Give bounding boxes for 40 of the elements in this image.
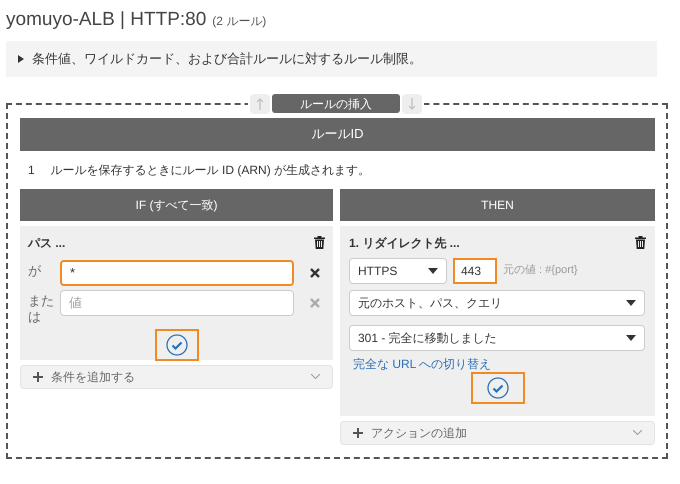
dropdown-caret-icon bbox=[626, 334, 636, 340]
trash-icon[interactable] bbox=[635, 236, 646, 249]
dropdown-caret-icon bbox=[428, 268, 438, 274]
info-panel[interactable]: 条件値、ワイルドカード、および合計ルールに対するルール制限。 bbox=[6, 40, 657, 76]
chevron-down-icon bbox=[633, 430, 642, 435]
value-label: または bbox=[28, 292, 55, 324]
rule-id-header: ルールID bbox=[20, 118, 655, 150]
rule-count: (2 ルール) bbox=[212, 13, 266, 30]
check-circle-icon bbox=[166, 334, 188, 356]
trash-icon[interactable] bbox=[314, 236, 325, 249]
plus-icon bbox=[353, 428, 363, 438]
action-title: 1. リダイレクト先 ... bbox=[349, 234, 460, 252]
plus-icon bbox=[33, 372, 43, 382]
value-field[interactable]: * bbox=[60, 260, 294, 286]
value-label: が bbox=[28, 262, 42, 278]
condition-title: パス ... bbox=[28, 234, 66, 252]
status-code-dropdown[interactable]: 301 - 完全に移動しました bbox=[349, 324, 645, 350]
rule-number: 1 bbox=[28, 162, 35, 178]
port-hint: 元の値 : #{port} bbox=[503, 263, 578, 278]
close-icon[interactable] bbox=[310, 268, 320, 278]
target-dropdown[interactable]: 元のホスト、パス、クエリ bbox=[349, 290, 645, 316]
arrow-down-icon bbox=[408, 98, 416, 110]
dropdown-caret-icon bbox=[626, 300, 636, 306]
check-circle-icon bbox=[486, 376, 508, 398]
rule-id-note: ルールを保存するときにルール ID (ARN) が生成されます。 bbox=[50, 162, 370, 178]
add-condition-button[interactable]: 条件を追加する bbox=[20, 364, 333, 388]
if-column-header: IF (すべて一致) bbox=[20, 188, 333, 220]
then-column-header: THEN bbox=[340, 188, 655, 220]
port-field[interactable]: 443 bbox=[453, 258, 497, 284]
switch-url-link[interactable]: 完全な URL への切り替え bbox=[349, 356, 646, 372]
confirm-button[interactable] bbox=[154, 328, 198, 360]
info-text: 条件値、ワイルドカード、および合計ルールに対するルール制限。 bbox=[32, 50, 422, 68]
insert-rule-button[interactable]: ルールの挿入 bbox=[272, 94, 400, 113]
confirm-button[interactable] bbox=[470, 372, 524, 404]
protocol-dropdown[interactable]: HTTPS bbox=[349, 258, 447, 284]
add-action-button[interactable]: アクションの追加 bbox=[340, 420, 655, 444]
chevron-down-icon bbox=[311, 374, 320, 379]
page-title: yomuyo-ALB | HTTP:80 bbox=[6, 8, 206, 32]
arrow-up-icon bbox=[256, 98, 264, 110]
value-field[interactable]: 値 bbox=[60, 290, 294, 316]
